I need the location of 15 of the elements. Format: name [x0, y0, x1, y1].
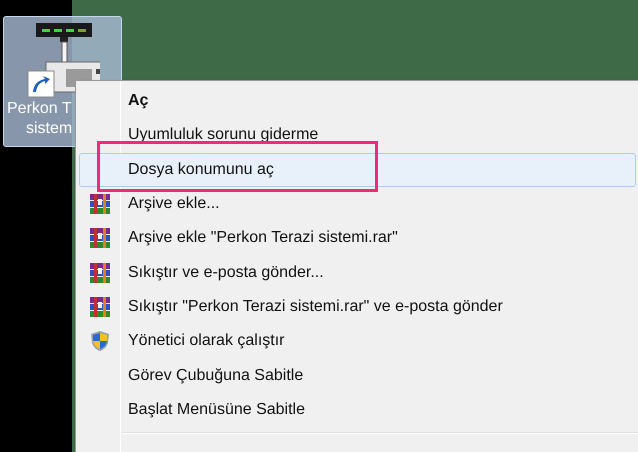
menu-item[interactable]: Başlat Menüsüne Sabitle: [79, 392, 636, 427]
books-stack-icon: [89, 227, 111, 250]
books-stack-icon: [89, 193, 111, 216]
menu-item[interactable]: Arşive ekle "Perkon Terazi sistemi.rar": [79, 221, 636, 256]
menu-item[interactable]: Görev Çubuğuna Sabitle: [79, 358, 636, 393]
books-stack-icon: [89, 296, 111, 318]
books-stack-icon: [89, 262, 111, 284]
shield-icon: [90, 330, 110, 352]
shortcut-label: sistem: [26, 119, 72, 139]
menu-item[interactable]: Sıkıştır "Perkon Terazi sistemi.rar" ve e-posta gönder: [79, 290, 636, 324]
menu-item[interactable]: Dosya konumunu aç: [79, 152, 636, 187]
shortcut-label: Perkon T: [7, 99, 72, 119]
menu-item[interactable]: Yönetici olarak çalıştır: [79, 324, 636, 358]
menu-item[interactable]: Arşive ekle...: [79, 186, 636, 222]
menu-item[interactable]: Sıkıştır ve e-posta gönder...: [79, 255, 636, 290]
